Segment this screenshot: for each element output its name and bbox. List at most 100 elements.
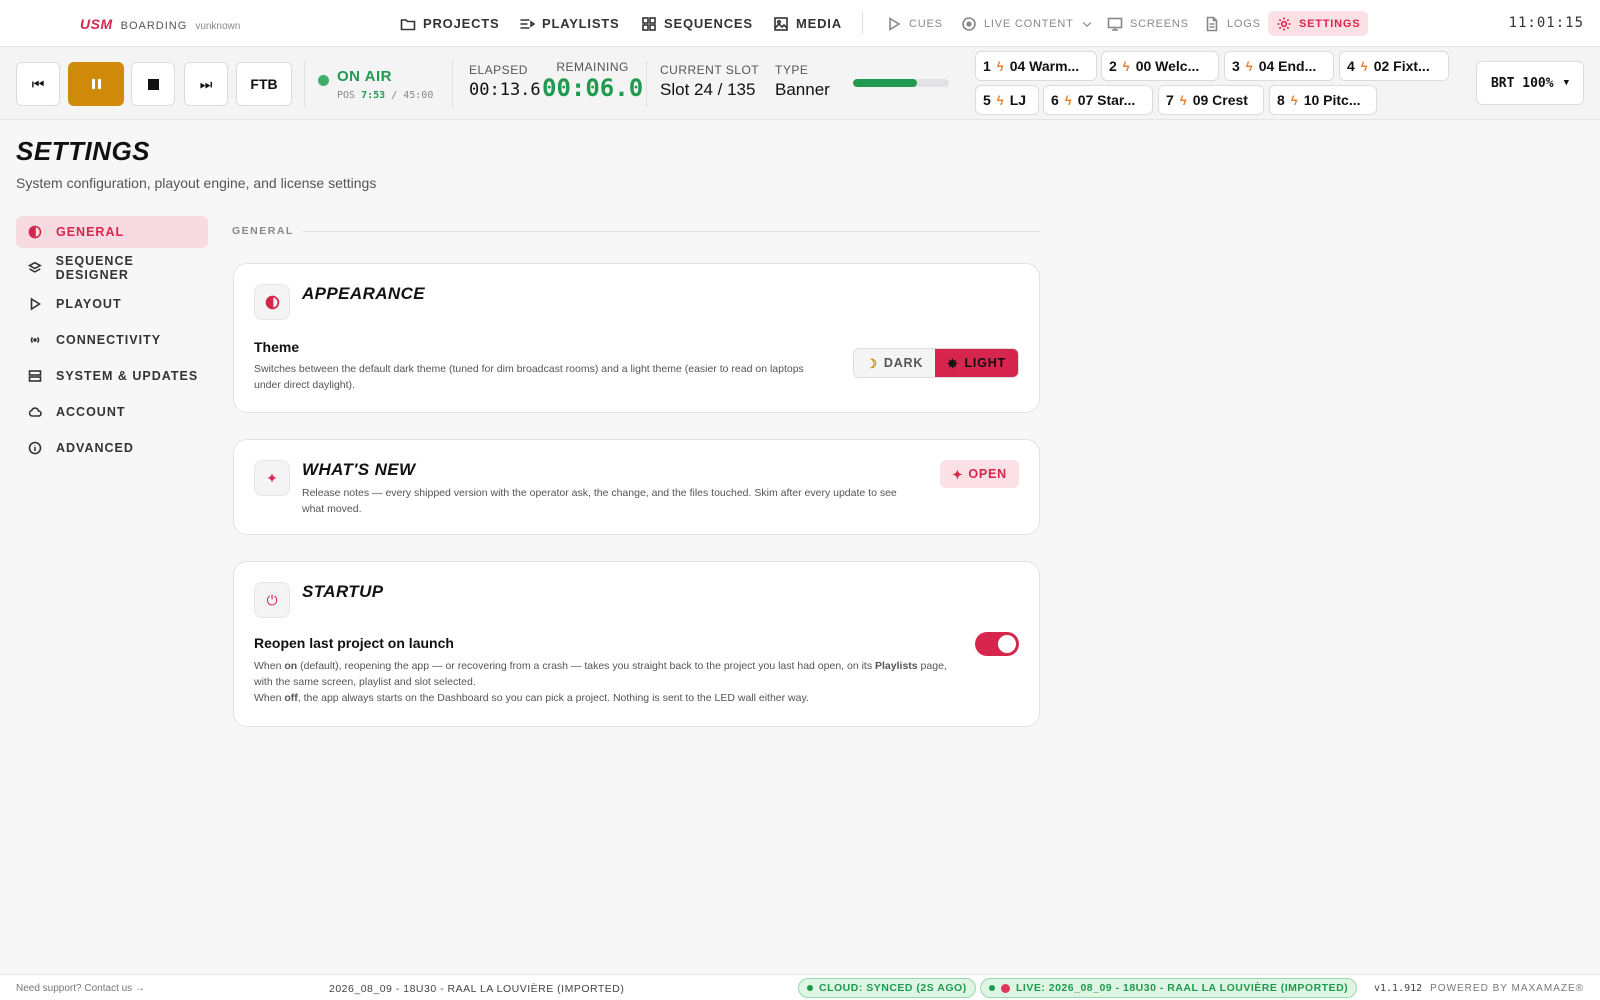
nav-playlists[interactable]: PLAYLISTS [511, 11, 628, 36]
status-dot [318, 75, 329, 86]
document-icon [1206, 16, 1218, 31]
previous-button[interactable]: ⏮ [16, 62, 60, 106]
sidebar-item-system-updates[interactable]: SYSTEM & UPDATES [16, 360, 208, 392]
bolt-icon: ϟ [1360, 58, 1368, 74]
version: v1.1.912 [1374, 983, 1423, 994]
cloud-status-badge: CLOUD: SYNCED (2S AGO) [798, 978, 976, 998]
cue-button-4[interactable]: 4 ϟ 02 Fixt... [1339, 51, 1449, 81]
whats-new-card: ✦ WHAT'S NEW Release notes — every shipp… [233, 439, 1040, 535]
status-footer: Need support? Contact us → 2026_08_09 - … [0, 974, 1600, 1000]
cue-button-1[interactable]: 1 ϟ 04 Warm... [975, 51, 1097, 81]
skip-back-icon: ⏮ [31, 75, 45, 92]
nav-logs[interactable]: LOGS [1196, 11, 1269, 36]
sidebar-item-account[interactable]: ACCOUNT [16, 396, 208, 428]
nav-projects[interactable]: PROJECTS [392, 11, 507, 36]
broadcast-icon [30, 336, 40, 344]
remaining-value: 00:06.0 [542, 74, 644, 102]
nav-cues[interactable]: CUES [878, 11, 951, 36]
cue-button-2[interactable]: 2 ϟ 00 Welc... [1101, 51, 1219, 81]
record-icon [962, 16, 976, 31]
sidebar-item-general[interactable]: GENERAL [16, 216, 208, 248]
nav-screens[interactable]: SCREENS [1099, 11, 1197, 36]
sparkle-icon: ✦ [254, 460, 290, 496]
stop-button[interactable] [131, 62, 175, 106]
chevron-down-icon [1082, 21, 1091, 27]
nav-sequences[interactable]: SEQUENCES [633, 11, 761, 36]
slot-type: TYPE Banner [775, 63, 830, 99]
divider [646, 61, 647, 107]
skip-forward-icon: ⏭ [199, 75, 213, 92]
clock: 11:01:15 [1508, 15, 1584, 31]
next-button[interactable]: ⏭ [184, 62, 228, 106]
info-icon [28, 441, 42, 455]
app-logo[interactable]: USM [80, 16, 113, 32]
section-heading: GENERAL [232, 225, 294, 237]
contrast-icon [28, 225, 42, 239]
nav-live-content[interactable]: LIVE CONTENT [953, 11, 1101, 36]
bolt-icon: ϟ [996, 92, 1004, 108]
layers-icon [28, 261, 42, 273]
nav-settings[interactable]: SETTINGS [1268, 11, 1369, 36]
toggle-knob [998, 635, 1016, 653]
sidebar-item-advanced[interactable]: ADVANCED [16, 432, 208, 464]
moon-icon: ☽ [865, 356, 878, 371]
contrast-icon [254, 284, 290, 320]
sun-icon: ✸ [947, 356, 959, 371]
play-icon [30, 297, 42, 311]
open-release-notes-button[interactable]: ✦ OPEN [940, 460, 1019, 488]
user-name: vunknown [195, 21, 241, 32]
bolt-icon: ϟ [1179, 92, 1187, 108]
stop-icon [147, 78, 159, 90]
card-title: WHAT'S NEW [302, 460, 416, 479]
support-link[interactable]: Need support? Contact us → [16, 983, 145, 994]
reopen-description: When on (default), reopening the app — o… [254, 660, 947, 704]
bolt-icon: ϟ [1064, 92, 1072, 108]
bolt-icon: ϟ [1290, 92, 1298, 108]
cue-button-5[interactable]: 5 ϟ LJ [975, 85, 1039, 115]
server-icon [28, 370, 42, 382]
caret-down-icon: ▼ [1563, 78, 1570, 88]
brand: USM BOARDING vunknown [80, 16, 240, 32]
sidebar-item-sequence-designer[interactable]: SEQUENCE DESIGNER [16, 252, 208, 284]
elapsed-value: 00:13.6 [469, 80, 541, 100]
fade-to-black-button[interactable]: FTB [236, 62, 292, 106]
live-status-badge: LIVE: 2026_08_09 - 18U30 - RAAL LA LOUVI… [980, 978, 1358, 998]
current-slot: CURRENT SLOT Slot 24 / 135 [660, 63, 760, 99]
page-subtitle: System configuration, playout engine, an… [16, 175, 377, 191]
whats-new-description: Release notes — every shipped version wi… [302, 487, 897, 515]
reopen-label: Reopen last project on launch [254, 635, 454, 651]
cue-button-3[interactable]: 3 ϟ 04 End... [1224, 51, 1334, 81]
settings-sidebar: GENERAL SEQUENCE DESIGNER PLAYOUT CONNEC… [16, 216, 208, 468]
bolt-icon: ϟ [996, 58, 1004, 74]
pause-button[interactable] [68, 62, 124, 106]
cue-button-8[interactable]: 8 ϟ 10 Pitc... [1269, 85, 1377, 115]
elapsed: ELAPSED 00:13.6 [469, 63, 541, 100]
remaining: REMAINING 00:06.0 [542, 60, 644, 102]
power-icon: ⏻ [254, 582, 290, 618]
nav-media[interactable]: MEDIA [765, 11, 850, 36]
dark-theme-option[interactable]: ☽ DARK [853, 349, 936, 377]
type-value: Banner [775, 80, 830, 99]
appearance-card: APPEARANCE Theme Switches between the de… [233, 263, 1040, 413]
sidebar-item-playout[interactable]: PLAYOUT [16, 288, 208, 320]
brightness-dropdown[interactable]: BRT 100% ▼ [1476, 61, 1584, 105]
project-name: BOARDING [120, 20, 188, 32]
powered-by: POWERED BY MAXAMAZE® [1430, 983, 1584, 994]
slot-progress-bar [853, 79, 949, 87]
position-readout: POS 7:53 / 45:00 [337, 90, 434, 101]
theme-toggle: ☽ DARK ✸ LIGHT [852, 348, 1019, 378]
top-nav: USM BOARDING vunknown PROJECTS PLAYLISTS… [0, 0, 1600, 47]
transport-bar: ⏮ ⏭ FTB ON AIR POS 7:53 / 45:00 ELAPSED … [0, 47, 1600, 120]
current-project: 2026_08_09 - 18U30 - RAAL LA LOUVIÈRE (I… [329, 983, 625, 995]
cue-button-6[interactable]: 6 ϟ 07 Star... [1043, 85, 1153, 115]
reopen-last-project-toggle[interactable] [975, 632, 1019, 656]
card-title: APPEARANCE [302, 284, 426, 303]
light-theme-option[interactable]: ✸ LIGHT [935, 349, 1018, 377]
card-title: STARTUP [302, 582, 384, 601]
cue-button-7[interactable]: 7 ϟ 09 Crest [1158, 85, 1264, 115]
folder-icon [400, 18, 416, 30]
theme-label: Theme [254, 339, 300, 355]
monitor-icon [1107, 17, 1123, 31]
sidebar-item-connectivity[interactable]: CONNECTIVITY [16, 324, 208, 356]
pause-icon [91, 79, 101, 89]
